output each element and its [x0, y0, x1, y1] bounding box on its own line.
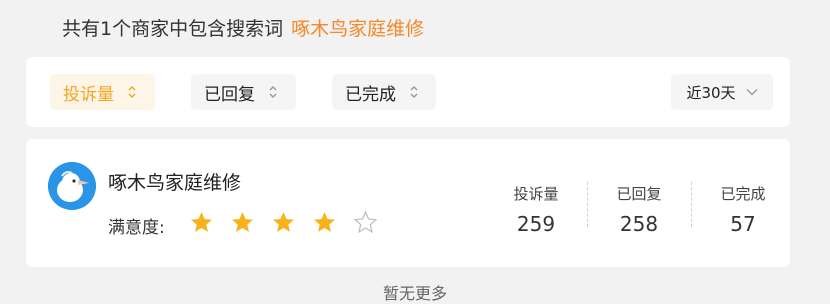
no-more-text: 暂无更多 [382, 284, 447, 303]
sort-arrows-icon [128, 85, 136, 99]
star-filled-icon [230, 210, 255, 235]
merchant-card[interactable]: 啄木鸟家庭维修 满意度: 投诉量 259 已回复 258 已完成 57 [26, 139, 790, 267]
sort-by-replied-button[interactable]: 已回复 [191, 74, 296, 110]
time-range-value: 近30天 [686, 83, 736, 102]
time-range-select[interactable]: 近30天 [671, 74, 773, 110]
sort-by-complaints-button[interactable]: 投诉量 [50, 74, 155, 110]
stat-label: 投诉量 [513, 185, 559, 203]
chevron-down-icon [746, 88, 758, 96]
stat-value: 259 [516, 212, 556, 236]
merchant-avatar [48, 162, 96, 210]
sort-by-completed-button[interactable]: 已完成 [332, 74, 436, 110]
star-filled-icon [189, 210, 214, 235]
merchant-name: 啄木鸟家庭维修 [108, 172, 242, 194]
filter-bar: 投诉量 已回复 已完成 近30天 [26, 57, 790, 127]
sort-by-completed-label: 已完成 [345, 84, 396, 105]
stat-completed: 已完成 57 [691, 183, 795, 236]
stat-complaints: 投诉量 259 [484, 183, 588, 236]
sort-by-complaints-label: 投诉量 [63, 84, 114, 105]
stat-label: 已完成 [720, 185, 766, 203]
rating-label: 满意度: [108, 218, 165, 238]
stat-label: 已回复 [616, 185, 662, 203]
search-keyword: 啄木鸟家庭维修 [291, 18, 425, 40]
star-empty-icon [353, 210, 378, 235]
stat-value: 258 [619, 212, 659, 236]
sort-arrows-icon [269, 85, 277, 99]
star-filled-icon [271, 210, 296, 235]
stat-value: 57 [730, 212, 756, 236]
sort-by-replied-label: 已回复 [204, 84, 255, 105]
stat-replied: 已回复 258 [587, 183, 691, 236]
search-summary: 共有1个商家中包含搜索词 啄木鸟家庭维修 [62, 14, 424, 41]
sort-arrows-icon [410, 85, 418, 99]
star-rating [189, 210, 378, 235]
summary-text: 共有1个商家中包含搜索词 [62, 18, 284, 40]
star-filled-icon [312, 210, 337, 235]
woodpecker-logo-icon [48, 162, 96, 210]
